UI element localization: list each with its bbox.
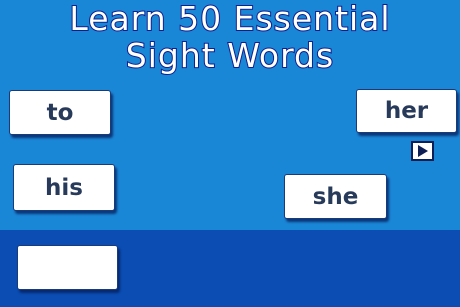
word-card-she[interactable]: she: [284, 174, 387, 219]
title-line-2: Sight Words: [125, 36, 335, 75]
play-button[interactable]: [411, 141, 434, 161]
word-card-to[interactable]: to: [9, 90, 111, 135]
word-card-label: his: [45, 174, 83, 201]
word-card-label: she: [312, 183, 359, 210]
word-card-label: her: [384, 98, 429, 124]
word-card-her[interactable]: her: [356, 89, 457, 133]
page-title: Learn 50 Essential Sight Words: [0, 0, 460, 75]
answer-drop-slot[interactable]: [17, 245, 118, 290]
game-stage: Learn 50 Essential Sight Words to his sh…: [0, 0, 460, 307]
play-icon: [418, 145, 428, 157]
word-card-label: to: [46, 99, 74, 126]
title-line-1: Learn 50 Essential: [68, 0, 391, 38]
word-card-his[interactable]: his: [13, 164, 115, 211]
